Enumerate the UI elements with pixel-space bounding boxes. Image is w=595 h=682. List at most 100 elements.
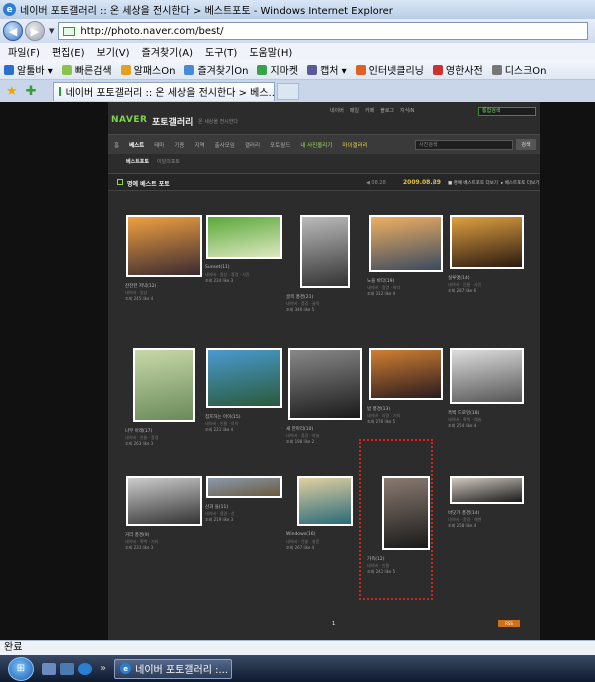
favorites-star-icon[interactable]: ★: [6, 84, 18, 99]
switch-windows-icon[interactable]: [60, 662, 74, 675]
photo-title[interactable]: 밤 풍경(13): [367, 406, 390, 412]
back-button[interactable]: ◀: [3, 21, 23, 41]
nav-item-7[interactable]: 포토월드: [270, 141, 290, 149]
history-dropdown-icon[interactable]: ▼: [49, 27, 54, 35]
nav-item-6[interactable]: 갤러리: [245, 141, 260, 149]
photo-search-input[interactable]: 사진검색: [415, 140, 513, 150]
photo-title[interactable]: Windows(16): [286, 532, 315, 537]
photo-thumbnail[interactable]: [450, 348, 524, 404]
photo-image: [135, 350, 193, 420]
photo-title[interactable]: 나무 아래(17): [125, 428, 152, 434]
date-next-link[interactable]: ▶: [433, 180, 437, 186]
toolbar-item-5[interactable]: 캡처 ▾: [307, 62, 347, 77]
nav-item-5[interactable]: 출사모임: [215, 141, 235, 149]
add-favorites-icon[interactable]: ✚: [26, 84, 37, 99]
photo-thumbnail[interactable]: [369, 215, 443, 272]
toolbar-item-2[interactable]: 알패스On: [120, 62, 175, 77]
section-title: 명예 베스트 포토: [127, 181, 170, 188]
photo-title[interactable]: 점프하는 아이(15): [205, 414, 241, 420]
toolbar-item-1[interactable]: 빠른검색: [61, 62, 112, 77]
toolbar-item-label: 알툴바 ▾: [17, 66, 53, 77]
nav-item-9[interactable]: 마이갤러리: [342, 141, 367, 149]
subnav-item-1[interactable]: 이달의포토: [157, 158, 180, 165]
nav-item-4[interactable]: 지역: [195, 141, 205, 149]
page-number[interactable]: 1: [332, 621, 335, 627]
quicklaunch-expand-icon[interactable]: »: [100, 663, 106, 674]
nav-item-3[interactable]: 기종: [174, 141, 184, 149]
forward-button[interactable]: ▶: [25, 21, 45, 41]
photo-image: [208, 217, 280, 257]
photo-title[interactable]: 흑백 드로잉(18): [448, 410, 479, 416]
nav-item-2[interactable]: 테마: [154, 141, 164, 149]
tab-active[interactable]: 네이버 포토갤러리 :: 온 세상을 전시한다 > 베스...: [52, 81, 275, 101]
photo-thumbnail[interactable]: [297, 476, 353, 526]
photo-thumbnail[interactable]: [450, 215, 524, 269]
new-tab-button[interactable]: [276, 82, 299, 100]
photo-title[interactable]: 바닷가 풍경(14): [448, 510, 479, 516]
photo-image: [128, 478, 200, 524]
show-desktop-icon[interactable]: [42, 662, 56, 675]
photo-title[interactable]: 새 한마리(10): [286, 426, 313, 432]
menu-item-4[interactable]: 도구(T): [205, 44, 237, 59]
photo-title[interactable]: Sunset(11): [205, 265, 230, 270]
tab-row: ★ ✚ 네이버 포토갤러리 :: 온 세상을 전시한다 > 베스...: [0, 80, 595, 102]
gallery-title[interactable]: 포토갤러리: [152, 115, 193, 128]
photo-thumbnail[interactable]: [206, 215, 282, 259]
start-button[interactable]: ⊞: [8, 656, 34, 681]
menu-item-1[interactable]: 편집(E): [52, 44, 85, 59]
nav-item-1[interactable]: 베스트: [129, 141, 144, 149]
section-more-link-2[interactable]: ▸ 베스트포토 더보기: [501, 180, 539, 186]
address-bar: ◀ ▶ ▼ http://photo.naver.com/best/: [0, 19, 595, 43]
toolbar-item-3[interactable]: 즐겨찾기On: [184, 62, 248, 77]
photo-title[interactable]: 잔잔한 저녁(12): [125, 283, 156, 289]
photo-title[interactable]: 실루엣(14): [448, 275, 470, 281]
photo-image: [302, 217, 348, 286]
photo-thumbnail[interactable]: [300, 215, 350, 288]
date-prev-link[interactable]: ◀ 08.28: [366, 180, 386, 186]
toolbar-item-6[interactable]: 인터넷클리닝: [355, 62, 424, 77]
toolbar-item-4[interactable]: 지마켓: [257, 62, 298, 77]
naver-logo[interactable]: NAVER: [111, 115, 147, 125]
photo-title[interactable]: 골목 풍경(21): [286, 294, 313, 300]
photo-title[interactable]: 거리 풍경(9): [125, 532, 149, 538]
url-field[interactable]: http://photo.naver.com/best/: [58, 22, 589, 40]
toolbar-item-7[interactable]: 영한사전: [432, 62, 483, 77]
taskbar-window-button[interactable]: e 네이버 포토갤러리 :...: [114, 658, 233, 679]
menu-item-0[interactable]: 파일(F): [8, 44, 40, 59]
subnav-item-0[interactable]: 베스트포토: [126, 158, 149, 165]
photo-stats: 조회 276 like 5: [367, 419, 396, 424]
photo-thumbnail[interactable]: [450, 476, 524, 504]
section-more-link-1[interactable]: ■ 명예 베스트포토 더보기: [448, 180, 498, 186]
search-button[interactable]: 검색: [516, 139, 536, 150]
toolbar-item-label: 지마켓: [270, 66, 299, 77]
rss-badge[interactable]: RSS: [498, 620, 520, 627]
photo-thumbnail[interactable]: [206, 476, 282, 498]
photo-title[interactable]: 산과 들(11): [205, 504, 228, 510]
photo-title[interactable]: 노을 바다(19): [367, 278, 394, 284]
toolbar-item-0[interactable]: 알툴바 ▾: [4, 62, 53, 77]
window-titlebar: e 네이버 포토갤러리 :: 온 세상을 전시한다 > 베스트포토 - Wind…: [0, 0, 595, 19]
top-link-1[interactable]: 메일: [350, 107, 359, 114]
menu-item-3[interactable]: 즐겨찾기(A): [142, 44, 193, 59]
photo-thumbnail[interactable]: [126, 476, 202, 526]
photo-thumbnail[interactable]: [126, 215, 202, 277]
top-link-4[interactable]: 지식iN: [400, 107, 414, 114]
site-header: 네이버 메일 카페 블로그 지식iN 통합검색 NAVER 포토갤러리 온 세상을 전시…: [108, 102, 540, 132]
toolbar-item-8[interactable]: 디스크On: [491, 62, 547, 77]
top-link-3[interactable]: 블로그: [380, 107, 394, 114]
top-search-box[interactable]: 통합검색: [478, 107, 536, 116]
menu-item-2[interactable]: 보기(V): [97, 44, 130, 59]
photo-thumbnail[interactable]: [369, 348, 443, 400]
photo-stats: 조회 245 like 4: [125, 296, 154, 301]
nav-item-0[interactable]: 홈: [114, 141, 119, 149]
photo-thumbnail[interactable]: [288, 348, 362, 420]
nav-item-8[interactable]: 내 사진올리기: [300, 141, 332, 149]
top-link-0[interactable]: 네이버: [330, 107, 344, 114]
top-link-2[interactable]: 카페: [365, 107, 374, 114]
ie-quicklaunch-icon[interactable]: [78, 662, 92, 675]
photo-image: [452, 478, 522, 502]
photo-thumbnail[interactable]: [206, 348, 282, 408]
photo-thumbnail[interactable]: [133, 348, 195, 422]
menu-item-5[interactable]: 도움말(H): [249, 44, 292, 59]
photo-image: [452, 350, 522, 402]
